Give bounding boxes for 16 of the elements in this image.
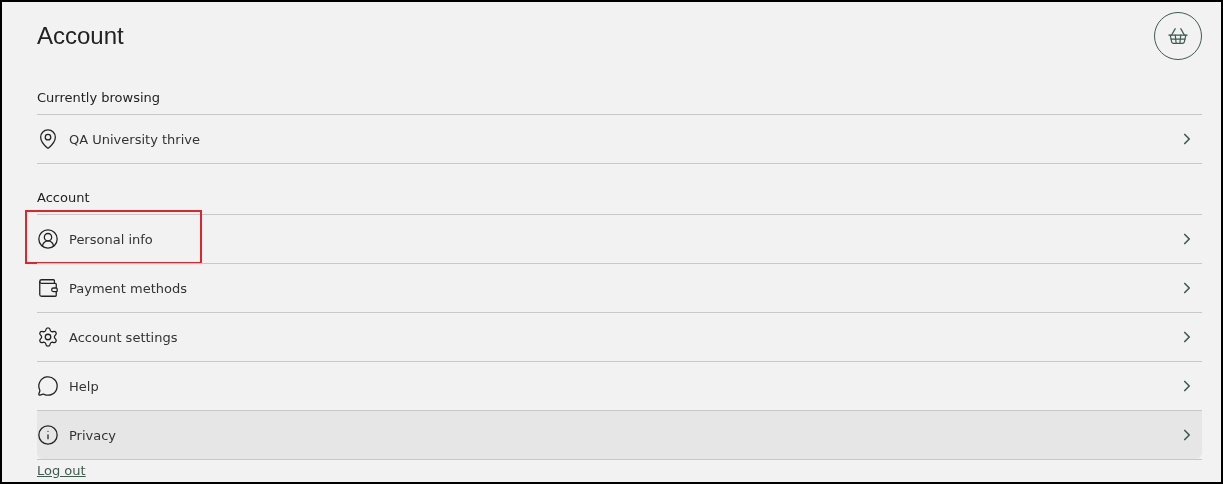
section-heading: Account bbox=[37, 190, 91, 207]
menu-item[interactable]: Payment methods bbox=[37, 263, 1202, 312]
section-heading: Currently browsing bbox=[37, 90, 162, 107]
info-icon bbox=[37, 424, 59, 446]
menu-item[interactable]: Personal info bbox=[37, 214, 1202, 263]
menu-item[interactable]: Account settings bbox=[37, 312, 1202, 361]
user-icon bbox=[37, 228, 59, 250]
gear-icon bbox=[37, 326, 59, 348]
location-pin-icon bbox=[37, 128, 59, 150]
menu-item[interactable]: Privacy bbox=[37, 410, 1202, 459]
basket-icon bbox=[1167, 25, 1189, 47]
logout-link[interactable]: Log out bbox=[37, 463, 86, 478]
speech-bubble-icon bbox=[37, 375, 59, 397]
page-title: Account bbox=[37, 22, 124, 50]
menu-item[interactable]: QA University thrive bbox=[37, 114, 1202, 163]
wallet-icon bbox=[37, 277, 59, 299]
